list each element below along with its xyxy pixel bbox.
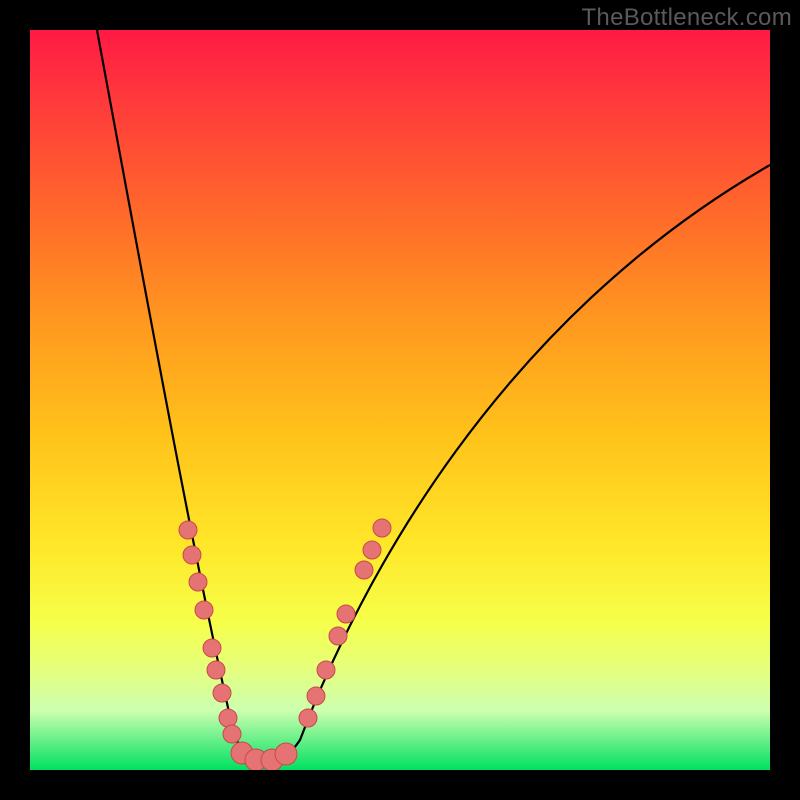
data-marker	[363, 541, 381, 559]
data-marker	[329, 627, 347, 645]
chart-svg	[30, 30, 770, 770]
marker-layer	[179, 519, 391, 770]
data-marker	[195, 601, 213, 619]
data-marker	[179, 521, 197, 539]
chart-frame: TheBottleneck.com	[0, 0, 800, 800]
data-marker	[183, 546, 201, 564]
data-marker	[207, 661, 225, 679]
data-marker	[219, 709, 237, 727]
data-marker	[275, 743, 297, 765]
data-marker	[299, 709, 317, 727]
data-marker	[203, 639, 221, 657]
watermark-text: TheBottleneck.com	[581, 4, 792, 32]
data-marker	[317, 661, 335, 679]
data-marker	[189, 573, 207, 591]
data-marker	[337, 605, 355, 623]
data-marker	[373, 519, 391, 537]
data-marker	[223, 725, 241, 743]
data-marker	[213, 684, 231, 702]
curve-layer	[97, 30, 770, 762]
data-marker	[307, 687, 325, 705]
data-marker	[355, 561, 373, 579]
bottleneck-curve	[97, 30, 770, 762]
plot-area	[30, 30, 770, 770]
